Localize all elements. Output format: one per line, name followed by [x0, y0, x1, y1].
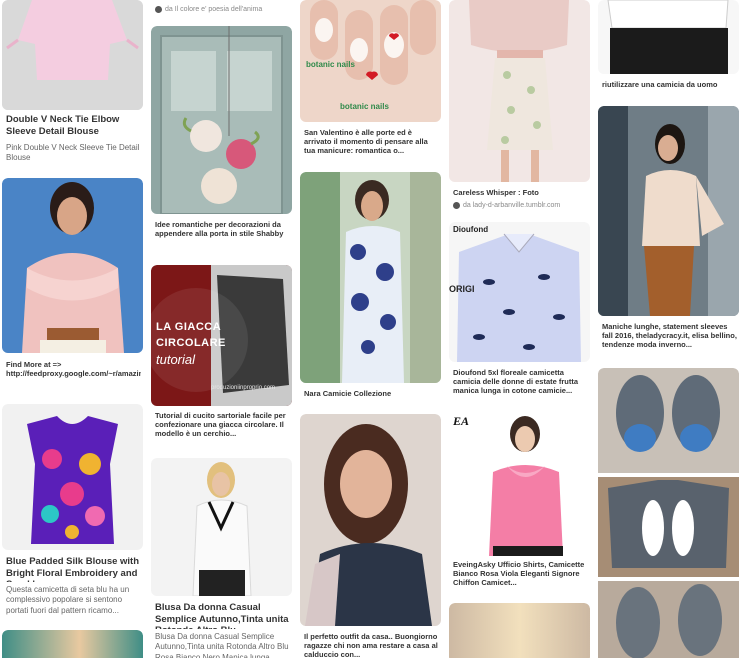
- pin-image-mens-shirt[interactable]: [598, 0, 739, 74]
- pin-card[interactable]: Blusa Da donna Casual Semplice Autunno,T…: [151, 458, 292, 658]
- pin-card[interactable]: Idee romantiche per decorazioni da appen…: [151, 26, 292, 254]
- pin-title[interactable]: Blusa Da donna Casual Semplice Autunno,T…: [155, 602, 290, 629]
- pin-image-casual-blouse[interactable]: [151, 458, 292, 596]
- avatar: [155, 6, 162, 13]
- pin-card[interactable]: [598, 368, 739, 658]
- pin-image-printed-shirt[interactable]: [300, 172, 441, 383]
- brand-watermark: botanic nails: [340, 102, 389, 111]
- pin-card[interactable]: botanic nails botanic nails San Valentin…: [300, 0, 441, 165]
- shirt-illustration: [598, 0, 739, 74]
- pin-title[interactable]: Find More at => http://feedproxy.google.…: [6, 360, 141, 378]
- brand-label-secondary: ORIGI: [449, 284, 475, 294]
- pin-description: Pink Double V Neck Sleeve Tie Detail Blo…: [6, 143, 140, 163]
- pin-image-floral-blouse[interactable]: [2, 404, 143, 550]
- pin-title[interactable]: Maniche lunghe, statement sleeves fall 2…: [602, 322, 737, 349]
- tutorial-overlay-line3: tutorial: [156, 352, 196, 367]
- pin-description: Blusa Da donna Casual Semplice Autunno,T…: [155, 632, 289, 658]
- woman-printed-shirt-illustration: [300, 172, 441, 383]
- pin-image-sweater-slippers[interactable]: [598, 368, 739, 658]
- pin-title[interactable]: Tutorial di cucito sartoriale facile per…: [155, 411, 290, 438]
- woman-home-outfit-illustration: [300, 414, 441, 626]
- pin-card[interactable]: [449, 603, 590, 658]
- avatar: [453, 202, 460, 209]
- pin-card[interactable]: LA GIACCA CIRCOLARE tutorial produzionii…: [151, 265, 292, 448]
- tutorial-overlay-line1: LA GIACCA: [156, 321, 222, 333]
- pin-card[interactable]: Blue Padded Silk Blouse with Bright Flor…: [2, 404, 143, 622]
- pin-title[interactable]: Careless Whisper : Foto: [453, 188, 588, 197]
- pin-image-whale-shirt[interactable]: Dioufond ORIGI: [449, 222, 590, 362]
- pin-image-circular-jacket[interactable]: LA GIACCA CIRCOLARE tutorial produzionii…: [151, 265, 292, 406]
- pin-image-home-outfit[interactable]: [300, 414, 441, 626]
- woman-blouse-illustration: [151, 458, 292, 596]
- pin-title[interactable]: riutilizzare una camicia da uomo: [602, 80, 737, 89]
- pin-image-door-decoration[interactable]: [151, 26, 292, 214]
- tutorial-overlay-line2: CIRCOLARE: [156, 337, 226, 349]
- pin-card[interactable]: Il perfetto outfit da casa.. Buongiorno …: [300, 414, 441, 658]
- pin-image-chiffon-blouse[interactable]: EA: [449, 410, 590, 556]
- pin-card[interactable]: Nara Camicie Collezione: [300, 172, 441, 404]
- pin-description: Questa camicetta di seta blu ha un compl…: [6, 585, 130, 615]
- pin-card[interactable]: Double V Neck Tie Elbow Sleeve Detail Bl…: [2, 0, 143, 170]
- floral-blouse-illustration: [2, 404, 143, 550]
- shabby-door-illustration: [151, 26, 292, 214]
- pin-image-ruffle-top[interactable]: [2, 178, 143, 353]
- pin-card[interactable]: Find More at => http://feedproxy.google.…: [2, 178, 143, 396]
- pin-image-nail-art[interactable]: botanic nails botanic nails: [300, 0, 441, 122]
- pin-image-pink-blouse[interactable]: [2, 0, 143, 110]
- pin-image-portrait[interactable]: [2, 630, 143, 658]
- brand-logo: EA: [453, 414, 470, 428]
- brand-label: Dioufond: [453, 225, 489, 234]
- pin-title[interactable]: Blue Padded Silk Blouse with Bright Flor…: [6, 556, 141, 582]
- pin-card[interactable]: riutilizzare una camicia da uomo: [598, 0, 739, 98]
- sweater-slippers-illustration: [598, 368, 739, 658]
- image-credit: produzioniinproprio.com: [211, 385, 276, 391]
- pin-image-lace-dress[interactable]: [449, 0, 590, 182]
- pin-card[interactable]: Dioufond ORIGI Dioufond 5xl floreale cam…: [449, 222, 590, 402]
- pin-attribution: da lady-d-arbanville.tumblr.com: [453, 202, 560, 209]
- pin-title[interactable]: San Valentino è alle porte ed è arrivato…: [304, 128, 439, 155]
- pin-title[interactable]: Dioufond 5xl floreale camicetta camicia …: [453, 368, 588, 395]
- pin-image-blonde-portrait[interactable]: [449, 603, 590, 658]
- woman-lace-dress-illustration: [449, 0, 590, 182]
- pin-title[interactable]: Idee romantiche per decorazioni da appen…: [155, 220, 290, 238]
- pin-title[interactable]: EveingAsky Ufficio Shirts, Camicette Bia…: [453, 560, 588, 587]
- woman-ruffle-top-illustration: [2, 178, 143, 353]
- pin-attribution: da Il colore e' poesia dell'anima: [155, 6, 262, 13]
- brand-watermark: botanic nails: [306, 60, 355, 69]
- woman-statement-sleeves-illustration: [598, 106, 739, 316]
- pin-card[interactable]: Careless Whisper : Foto da lady-d-arbanv…: [449, 0, 590, 215]
- blouse-illustration: [2, 0, 143, 110]
- pin-title[interactable]: Il perfetto outfit da casa.. Buongiorno …: [304, 632, 439, 658]
- pin-card[interactable]: Maniche lunghe, statement sleeves fall 2…: [598, 106, 739, 360]
- pin-card[interactable]: da Il colore e' poesia dell'anima: [151, 0, 292, 20]
- pin-card[interactable]: [2, 630, 143, 658]
- pin-title[interactable]: Double V Neck Tie Elbow Sleeve Detail Bl…: [6, 114, 141, 137]
- pin-card[interactable]: EA EveingAsky Ufficio Shirts, Camicette …: [449, 410, 590, 594]
- pin-image-statement-sleeves[interactable]: [598, 106, 739, 316]
- pin-title[interactable]: Nara Camicie Collezione: [304, 389, 439, 398]
- woman-pink-blouse-illustration: [449, 410, 590, 556]
